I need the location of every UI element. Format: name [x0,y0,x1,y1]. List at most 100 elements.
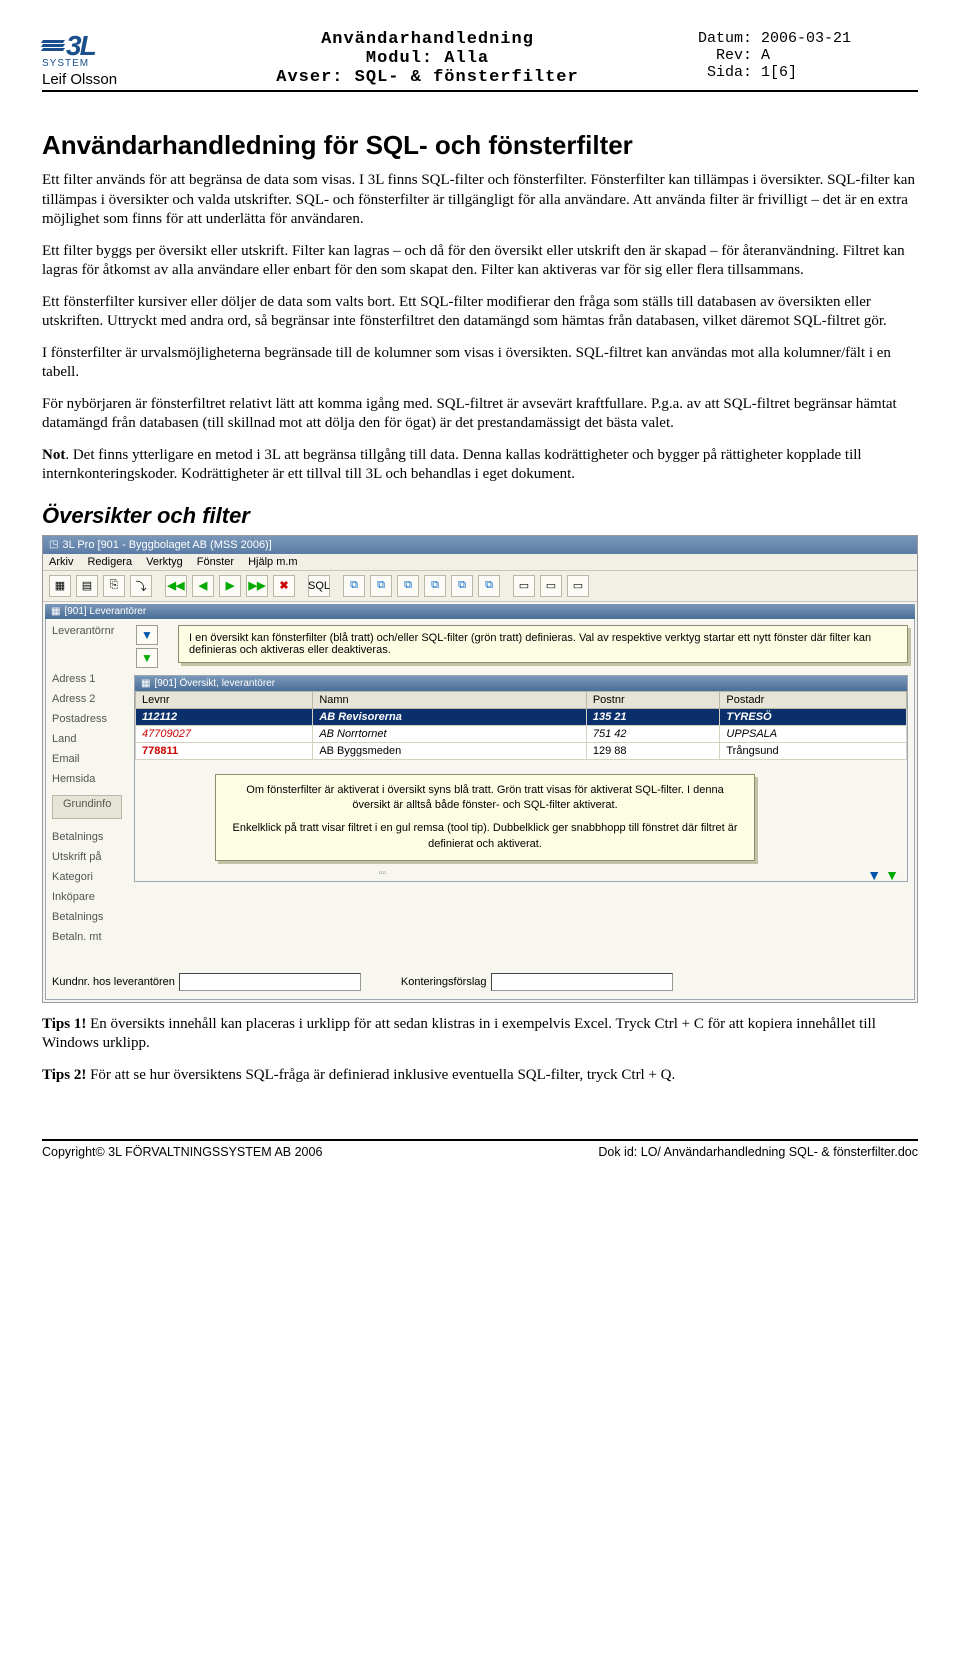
lbl-postadress: Postadress [52,711,134,731]
tool-e-icon[interactable]: ⧉ [451,575,473,597]
callout-funnel-status: Om fönsterfilter är aktiverat i översikt… [215,774,755,862]
table-row[interactable]: 47709027 AB Norrtornet 751 42 UPPSALA [136,725,907,742]
menu-verktyg[interactable]: Verktyg [146,556,183,568]
tool-new-icon[interactable]: ▦ [49,575,71,597]
tip2-bold: Tips 2! [42,1067,86,1083]
bottom-fields: Kundnr. hos leverantören Konteringsförsl… [52,971,908,993]
para-4: I fönsterfilter är urvalsmöjligheterna b… [42,344,918,383]
logo-bars-icon [42,40,64,52]
menu-fonster[interactable]: Fönster [197,556,234,568]
lbl-betalnings2: Betalnings [52,909,134,929]
lbl-email: Email [52,751,134,771]
cell-namn: AB Byggsmeden [313,742,587,759]
tool-b-icon[interactable]: ⧉ [370,575,392,597]
doc-title-3: Avser: SQL- & fönsterfilter [157,68,698,87]
tool-delete-icon[interactable]: ✖ [273,575,295,597]
footer-right: Dok id: LO/ Användarhandledning SQL- & f… [598,1145,918,1159]
status-funnel-green-icon[interactable]: ▼ [885,867,899,883]
menubar: Arkiv Redigera Verktyg Fönster Hjälp m.m [43,554,917,571]
tool-save-icon[interactable]: ⤵ [130,575,152,597]
app-titlebar: ◳ 3L Pro [901 - Byggbolaget AB (MSS 2006… [43,536,917,554]
callout-line1: Om fönsterfilter är aktiverat i översikt… [230,783,740,814]
callout-line2: Enkelklick på tratt visar filtret i en g… [230,821,740,852]
tip1-bold: Tips 1! [42,1016,86,1032]
note-rest: . Det finns ytterligare en metod i 3L at… [42,447,862,483]
cell-postnr: 135 21 [586,708,720,725]
table-row[interactable]: 778811 AB Byggsmeden 129 88 Trångsund [136,742,907,759]
doc-meta-block: Datum: 2006-03-21 Rev: A Sida: 1[6] [698,30,918,81]
page-footer: Copyright© 3L FÖRVALTNINGSSYSTEM AB 2006… [42,1139,918,1159]
tool-win2-icon[interactable]: ▭ [540,575,562,597]
app-screenshot: ◳ 3L Pro [901 - Byggbolaget AB (MSS 2006… [42,535,918,1003]
window-icon: ▦ [141,678,150,689]
cell-postnr: 129 88 [586,742,720,759]
author-name: Leif Olsson [42,71,157,88]
col-postnr[interactable]: Postnr [586,691,720,708]
cell-namn: AB Revisorerna [313,708,587,725]
note-bold: Not [42,447,65,463]
cell-postadr: Trångsund [720,742,907,759]
menu-hjalp[interactable]: Hjälp m.m [248,556,298,568]
tip2-text: För att se hur översiktens SQL-fråga är … [86,1067,675,1083]
meta-rev: Rev: A [698,47,918,64]
meta-date: Datum: 2006-03-21 [698,30,918,47]
nav-next-icon[interactable]: ▶ [219,575,241,597]
para-5: För nybörjaren är fönsterfiltret relativ… [42,395,918,434]
form-side-labels: Adress 1 Adress 2 Postadress Land Email … [52,671,134,949]
input-kundnr[interactable] [179,973,361,991]
cell-postadr: TYRESÖ [720,708,907,725]
lbl-betalnings1: Betalnings [52,829,134,849]
col-levnr[interactable]: Levnr [136,691,313,708]
nav-first-icon[interactable]: ◀◀ [165,575,187,597]
table-row[interactable]: 112112 AB Revisorerna 135 21 TYRESÖ [136,708,907,725]
app-title: 3L Pro [901 - Byggbolaget AB (MSS 2006)] [62,539,271,551]
menu-redigera[interactable]: Redigera [87,556,132,568]
doc-title-2: Modul: Alla [157,49,698,68]
footer-left: Copyright© 3L FÖRVALTNINGSSYSTEM AB 2006 [42,1145,322,1159]
funnel-blue-icon[interactable]: ▼ [136,625,158,645]
col-postadr[interactable]: Postadr [720,691,907,708]
toolbar: ▦ ▤ ⎘ ⤵ ◀◀ ◀ ▶ ▶▶ ✖ SQL ⧉ ⧉ ⧉ ⧉ ⧉ ⧉ ▭ ▭ … [43,571,917,602]
tool-c-icon[interactable]: ⧉ [397,575,419,597]
section-heading: Översikter och filter [42,503,918,529]
logo-subtitle: SYSTEM [42,58,157,69]
nav-last-icon[interactable]: ▶▶ [246,575,268,597]
lbl-inkopare: Inköpare [52,889,134,909]
tips-1: Tips 1! En översikts innehåll kan placer… [42,1015,918,1054]
nav-prev-icon[interactable]: ◀ [192,575,214,597]
page-header: 3L SYSTEM Leif Olsson Användarhandlednin… [42,30,918,92]
cell-namn: AB Norrtornet [313,725,587,742]
status-funnel-blue-icon[interactable]: ▼ [867,867,881,883]
app-icon: ◳ [49,539,58,550]
para-3: Ett fönsterfilter kursiver eller döljer … [42,293,918,332]
grid-header: Levnr Namn Postnr Postadr [136,691,907,708]
input-kontering[interactable] [491,973,673,991]
cell-postnr: 751 42 [586,725,720,742]
tool-sql-icon[interactable]: SQL [308,575,330,597]
overview-titlebar: ▦ [901] Översikt, leverantörer [135,676,907,691]
tool-win3-icon[interactable]: ▭ [567,575,589,597]
funnel-green-icon[interactable]: ▼ [136,648,158,668]
suppliers-titlebar: ▦ [901] Leverantörer [45,604,915,619]
scroll-handle-icon[interactable]: ▫▫ [379,868,386,879]
cell-levnr: 47709027 [136,725,313,742]
doc-title-block: Användarhandledning Modul: Alla Avser: S… [157,30,698,87]
col-namn[interactable]: Namn [313,691,587,708]
window-icon: ▦ [51,606,60,617]
tool-win1-icon[interactable]: ▭ [513,575,535,597]
lbl-kundnr: Kundnr. hos leverantören [52,976,175,988]
tool-d-icon[interactable]: ⧉ [424,575,446,597]
suppliers-window: ▦ [901] Leverantörer Leverantörnr ▼ ▼ I … [45,604,915,1000]
tool-copy-icon[interactable]: ⎘ [103,575,125,597]
tool-open-icon[interactable]: ▤ [76,575,98,597]
tips-2: Tips 2! För att se hur översiktens SQL-f… [42,1066,918,1086]
logo-block: 3L SYSTEM Leif Olsson [42,30,157,88]
tab-grundinfo[interactable]: Grundinfo [52,795,122,819]
cell-levnr: 112112 [136,708,313,725]
menu-arkiv[interactable]: Arkiv [49,556,73,568]
tool-f-icon[interactable]: ⧉ [478,575,500,597]
lbl-kontering: Konteringsförslag [401,976,487,988]
suppliers-title: [901] Leverantörer [64,606,146,617]
tool-a-icon[interactable]: ⧉ [343,575,365,597]
lbl-utskrift: Utskrift på [52,849,134,869]
